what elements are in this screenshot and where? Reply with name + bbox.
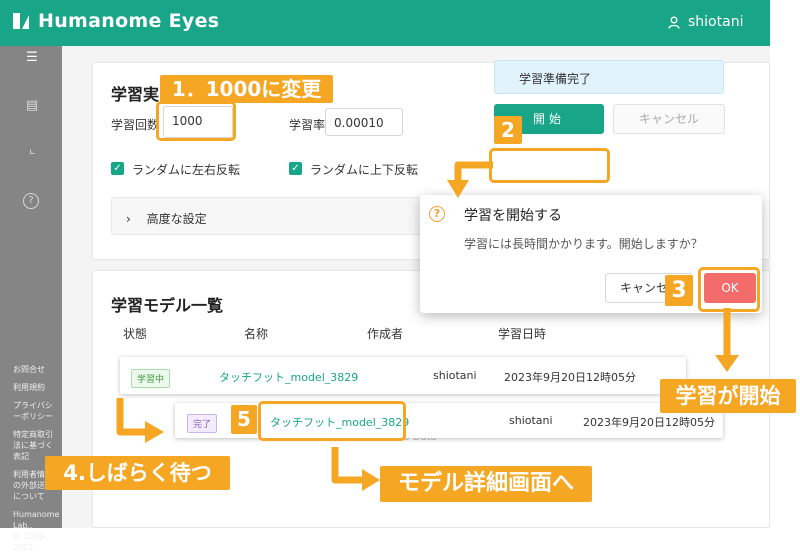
sidebar-copyright: © 2020-2022: [13, 532, 47, 552]
annotation-arrows: [116, 161, 739, 491]
highlight-start: [489, 148, 610, 183]
annotation-2: 2: [494, 116, 522, 144]
annotation-start-text: 学習が開始: [660, 379, 796, 413]
highlight-ok: [698, 267, 760, 312]
annotation-5: 5: [231, 405, 257, 434]
highlight-iterations: [156, 101, 236, 141]
annotation-3: 3: [665, 275, 693, 306]
highlight-model-link: [258, 401, 406, 441]
annotation-1: 1．1000に変更: [160, 75, 333, 103]
annotation-detail-text: モデル詳細画面へ: [380, 466, 592, 502]
annotation-4: 4.しばらく待つ: [45, 456, 230, 490]
